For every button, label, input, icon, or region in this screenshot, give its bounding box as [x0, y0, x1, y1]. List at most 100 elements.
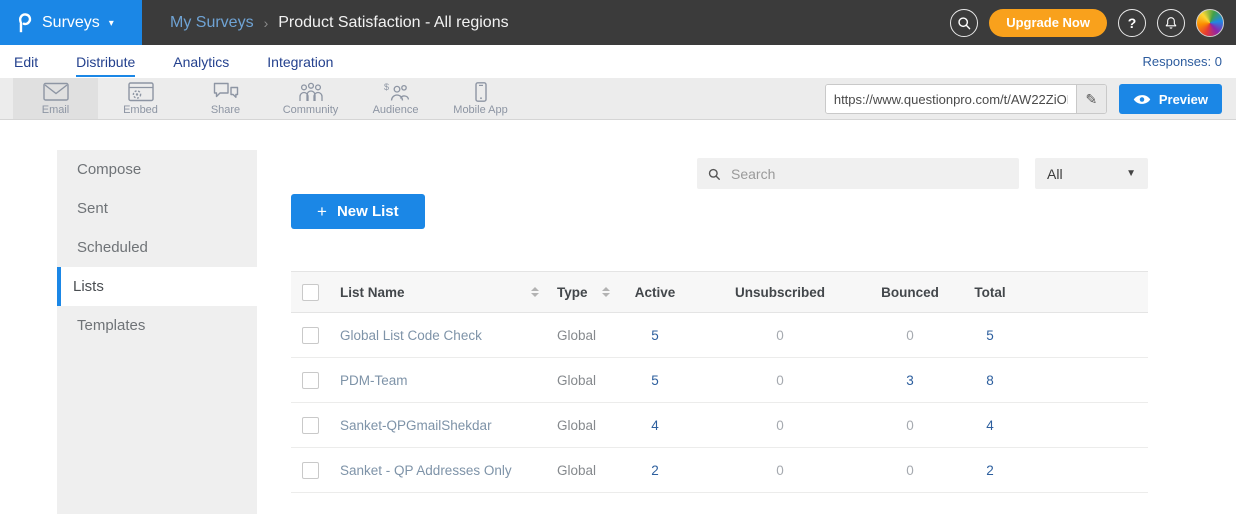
search-button[interactable]: [950, 9, 978, 37]
list-name-link[interactable]: Global List Code Check: [340, 328, 482, 343]
header-actions: Upgrade Now ?: [950, 0, 1224, 45]
people-group-icon: [297, 82, 325, 102]
active-count[interactable]: 5: [620, 373, 690, 388]
list-type: Global: [545, 373, 620, 388]
top-header: Surveys ▾ My Surveys › Product Satisfact…: [0, 0, 1236, 45]
preview-label: Preview: [1159, 92, 1208, 107]
tab-edit[interactable]: Edit: [14, 47, 38, 77]
breadcrumb: My Surveys › Product Satisfaction - All …: [170, 14, 509, 32]
pencil-icon: ✎: [1085, 91, 1097, 108]
sidebar-item-compose[interactable]: Compose: [57, 150, 257, 189]
tool-email[interactable]: Email: [13, 78, 98, 119]
survey-nav: Edit Distribute Analytics Integration Re…: [0, 45, 1236, 78]
edit-url-button[interactable]: ✎: [1076, 85, 1106, 113]
upgrade-now-button[interactable]: Upgrade Now: [989, 9, 1107, 37]
active-count[interactable]: 4: [620, 418, 690, 433]
tool-label: Audience: [373, 104, 419, 116]
breadcrumb-separator: ›: [264, 15, 269, 31]
chat-bubbles-icon: [213, 82, 239, 102]
unsubscribed-count: 0: [690, 328, 870, 343]
email-sidebar: Compose Sent Scheduled Lists Templates: [57, 150, 257, 514]
eye-icon: [1133, 94, 1151, 105]
total-count[interactable]: 8: [950, 373, 1030, 388]
sidebar-item-templates[interactable]: Templates: [57, 306, 257, 345]
sidebar-item-lists[interactable]: Lists: [57, 267, 257, 306]
row-checkbox[interactable]: [302, 372, 319, 389]
table-row: PDM-Team Global 5 0 3 8: [291, 358, 1148, 403]
responses-count[interactable]: Responses: 0: [1143, 54, 1223, 69]
row-checkbox[interactable]: [302, 327, 319, 344]
table-row: Sanket - QP Addresses Only Global 2 0 0 …: [291, 448, 1148, 493]
product-name: Surveys: [42, 14, 100, 32]
preview-button[interactable]: Preview: [1119, 84, 1222, 114]
surveys-product-menu[interactable]: Surveys ▾: [0, 0, 142, 45]
row-checkbox[interactable]: [302, 462, 319, 479]
search-input[interactable]: [729, 165, 1009, 183]
total-count[interactable]: 5: [950, 328, 1030, 343]
table-row: Sanket-QPGmailShekdar Global 4 0 0 4: [291, 403, 1148, 448]
list-type: Global: [545, 328, 620, 343]
list-name-link[interactable]: Sanket-QPGmailShekdar: [340, 418, 492, 433]
col-bounced: Bounced: [870, 285, 950, 300]
select-all-checkbox[interactable]: [302, 284, 319, 301]
tool-share[interactable]: Share: [183, 78, 268, 119]
sort-icon[interactable]: [602, 287, 610, 297]
bounced-count[interactable]: 3: [870, 373, 950, 388]
chevron-down-icon: ▼: [1126, 168, 1136, 179]
search-icon: [956, 15, 972, 31]
total-count[interactable]: 2: [950, 463, 1030, 478]
active-count[interactable]: 5: [620, 328, 690, 343]
breadcrumb-my-surveys[interactable]: My Surveys: [170, 14, 254, 32]
bell-icon: [1163, 15, 1179, 31]
tab-integration[interactable]: Integration: [267, 47, 333, 77]
active-count[interactable]: 2: [620, 463, 690, 478]
help-button[interactable]: ?: [1118, 9, 1146, 37]
survey-url-input[interactable]: [826, 85, 1076, 113]
tool-label: Embed: [123, 104, 158, 116]
avatar[interactable]: [1196, 9, 1224, 37]
plus-icon: +: [317, 202, 327, 222]
table-header-row: List Name Type Active Unsubscribed Bounc…: [291, 271, 1148, 313]
dollar-people-icon: $: [383, 82, 409, 102]
bounced-count: 0: [870, 418, 950, 433]
list-search-box: [697, 158, 1019, 189]
tool-label: Share: [211, 104, 240, 116]
survey-url-group: ✎ Preview: [825, 84, 1222, 114]
sort-icon[interactable]: [531, 287, 539, 297]
list-type-filter-dropdown[interactable]: All ▼: [1035, 158, 1148, 189]
tool-label: Community: [283, 104, 339, 116]
table-row: Global List Code Check Global 5 0 0 5: [291, 313, 1148, 358]
tool-label: Email: [42, 104, 70, 116]
sidebar-item-scheduled[interactable]: Scheduled: [57, 228, 257, 267]
unsubscribed-count: 0: [690, 463, 870, 478]
chevron-down-icon: ▾: [109, 18, 114, 29]
list-name-link[interactable]: Sanket - QP Addresses Only: [340, 463, 512, 478]
list-type: Global: [545, 418, 620, 433]
total-count[interactable]: 4: [950, 418, 1030, 433]
smartphone-icon: [468, 82, 494, 102]
tool-embed[interactable]: Embed: [98, 78, 183, 119]
new-list-label: New List: [337, 203, 399, 220]
notifications-button[interactable]: [1157, 9, 1185, 37]
survey-title: Product Satisfaction - All regions: [278, 14, 508, 32]
tab-distribute[interactable]: Distribute: [76, 47, 135, 77]
tab-analytics[interactable]: Analytics: [173, 47, 229, 77]
tool-audience[interactable]: $ Audience: [353, 78, 438, 119]
svg-text:$: $: [384, 82, 389, 92]
col-list-name[interactable]: List Name: [340, 285, 405, 300]
distribute-toolbar: Email Embed Share: [0, 78, 1236, 120]
row-checkbox[interactable]: [302, 417, 319, 434]
list-name-link[interactable]: PDM-Team: [340, 373, 408, 388]
new-list-button[interactable]: + New List: [291, 194, 425, 229]
unsubscribed-count: 0: [690, 418, 870, 433]
tool-community[interactable]: Community: [268, 78, 353, 119]
app-window: Surveys ▾ My Surveys › Product Satisfact…: [0, 0, 1236, 514]
col-total: Total: [950, 285, 1030, 300]
bounced-count: 0: [870, 328, 950, 343]
col-type[interactable]: Type: [557, 285, 588, 300]
list-type: Global: [545, 463, 620, 478]
filter-row: All ▼: [291, 158, 1148, 189]
sidebar-item-sent[interactable]: Sent: [57, 189, 257, 228]
embed-window-icon: [128, 82, 154, 102]
tool-mobile-app[interactable]: Mobile App: [438, 78, 523, 119]
